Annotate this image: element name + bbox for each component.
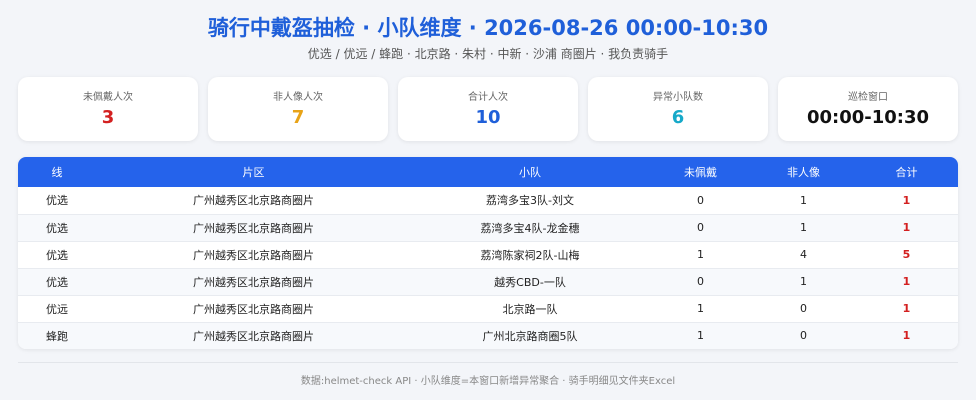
cell-area: 广州越秀区北京路商圈片 (193, 329, 314, 343)
cell-line: 优选 (18, 268, 96, 296)
cell-team: 广州北京路商圈5队 (482, 329, 578, 343)
cell-total: 5 (855, 241, 958, 269)
card-value: 6 (671, 107, 685, 128)
cell-line: 优远 (18, 295, 96, 323)
cell-line: 蜂跑 (46, 329, 68, 343)
column-header-total: 合计 (895, 166, 918, 179)
cell-unworn: 0 (649, 187, 752, 215)
cell-team: 荔湾多宝4队-龙金穗 (411, 214, 649, 242)
cell-non-portrait: 1 (752, 187, 855, 215)
cell-team: 北京路一队 (411, 295, 649, 323)
table-row: 优远 广州越秀区北京路商圈片 北京路一队 1 0 1 (18, 295, 958, 323)
card-value: 7 (291, 107, 305, 128)
card-unworn-count: 未佩戴人次 3 (18, 77, 198, 141)
column-header-unworn: 未佩戴 (684, 166, 717, 179)
page-title: 骑行中戴盔抽检 · 小队维度 · 2026-08-26 00:00-10:30 (207, 16, 769, 40)
card-value: 3 (101, 107, 115, 128)
cell-team: 荔湾陈家祠2队-山梅 (411, 241, 649, 269)
card-label: 异常小队数 (653, 92, 703, 103)
footer-note: 数据:helmet-check API · 小队维度=本窗口新增异常聚合 · 骑… (300, 376, 676, 387)
cell-total: 1 (855, 214, 958, 242)
cell-total: 1 (855, 268, 958, 296)
table-row: 优选 广州越秀区北京路商圈片 荔湾多宝4队-龙金穗 0 1 1 (18, 214, 958, 242)
column-header-team: 小队 (519, 166, 541, 179)
card-label: 合计人次 (468, 92, 508, 103)
card-value: 10 (475, 107, 501, 128)
card-abnormal-team-count: 异常小队数 6 (588, 77, 768, 141)
cell-area: 广州越秀区北京路商圈片 (96, 241, 411, 269)
cell-non-portrait: 1 (752, 214, 855, 242)
footer-divider (18, 362, 958, 363)
summary-cards: 未佩戴人次 3 非人像人次 7 合计人次 10 异常小队数 6 巡检窗口 00:… (18, 77, 958, 141)
table-row: 优选 广州越秀区北京路商圈片 荔湾陈家祠2队-山梅 1 4 5 (18, 241, 958, 269)
cell-line: 优选 (18, 187, 96, 215)
table-header-row: 线 片区 小队 未佩戴 非人像 合计 (18, 157, 958, 187)
card-label: 未佩戴人次 (83, 92, 133, 103)
card-total-count: 合计人次 10 (398, 77, 578, 141)
cell-unworn: 1 (697, 329, 704, 343)
table-row: 蜂跑 广州越秀区北京路商圈片 广州北京路商圈5队 1 0 1 (18, 322, 958, 349)
cell-non-portrait: 0 (752, 295, 855, 323)
cell-total: 1 (902, 329, 911, 343)
card-label: 巡检窗口 (848, 92, 888, 103)
cell-area: 广州越秀区北京路商圈片 (96, 295, 411, 323)
team-table: 线 片区 小队 未佩戴 非人像 合计 优选 广州越秀区北京路商圈片 荔湾多宝3队… (18, 157, 958, 349)
cell-area: 广州越秀区北京路商圈片 (96, 268, 411, 296)
cell-unworn: 0 (649, 214, 752, 242)
cell-unworn: 1 (649, 295, 752, 323)
card-value: 00:00-10:30 (806, 107, 930, 128)
cell-team: 越秀CBD-一队 (411, 268, 649, 296)
page-subtitle: 优选 / 优远 / 蜂跑 · 北京路 · 朱村 · 中新 · 沙浦 商圈片 · … (307, 47, 669, 61)
cell-area: 广州越秀区北京路商圈片 (96, 214, 411, 242)
cell-total: 1 (855, 295, 958, 323)
cell-line: 优选 (18, 241, 96, 269)
cell-line: 优选 (18, 214, 96, 242)
column-header-area: 片区 (242, 166, 265, 179)
cell-team: 荔湾多宝3队-刘文 (411, 187, 649, 215)
cell-total: 1 (855, 187, 958, 215)
cell-unworn: 1 (649, 241, 752, 269)
cell-unworn: 0 (649, 268, 752, 296)
table-row: 优选 广州越秀区北京路商圈片 荔湾多宝3队-刘文 0 1 1 (18, 187, 958, 215)
table-row: 优选 广州越秀区北京路商圈片 越秀CBD-一队 0 1 1 (18, 268, 958, 296)
card-non-portrait-count: 非人像人次 7 (208, 77, 388, 141)
column-header-line: 线 (51, 166, 63, 179)
cell-non-portrait: 0 (800, 329, 807, 343)
cell-non-portrait: 4 (752, 241, 855, 269)
card-inspection-window: 巡检窗口 00:00-10:30 (778, 77, 958, 141)
cell-non-portrait: 1 (752, 268, 855, 296)
column-header-non-portrait: 非人像 (787, 166, 820, 179)
card-label: 非人像人次 (273, 92, 323, 103)
cell-area: 广州越秀区北京路商圈片 (96, 187, 411, 215)
